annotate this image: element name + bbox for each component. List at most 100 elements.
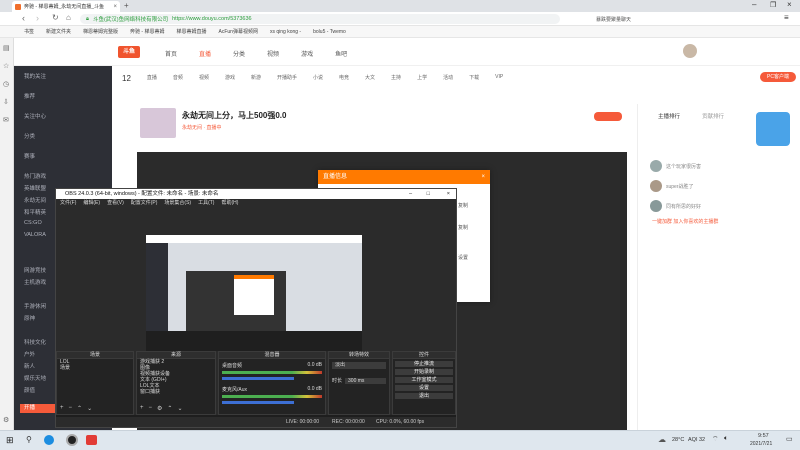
add-icon[interactable]: + [140, 405, 144, 412]
sidebar-item[interactable]: 关注中心 [24, 112, 46, 120]
star-icon[interactable]: ☆ [3, 62, 9, 70]
sidebar-item[interactable]: 和平精英 [24, 208, 46, 216]
sidebar-item[interactable]: 新人 [24, 362, 35, 370]
category-item[interactable]: 游戏 [225, 74, 235, 83]
duration-input[interactable]: 300 ms [345, 377, 386, 384]
obs-preview[interactable] [56, 207, 456, 369]
bookmark-item[interactable]: 奔驰 - 梯恩蒂姆 [130, 28, 164, 35]
obs-max-icon[interactable]: □ [427, 189, 430, 199]
obs-close-icon[interactable]: × [447, 189, 450, 199]
obs-app-icon[interactable] [66, 434, 78, 446]
dialog-close-icon[interactable]: × [481, 170, 485, 184]
sidebar-item[interactable]: 颜值 [24, 386, 35, 394]
category-item[interactable]: 12 [122, 74, 131, 83]
chat-icon[interactable]: ✉ [3, 116, 9, 124]
sidebar-item[interactable]: 英雄联盟 [24, 184, 46, 192]
reload-icon[interactable]: ↻ [52, 13, 59, 22]
category-item[interactable]: 小说 [313, 74, 323, 83]
down-icon[interactable]: ⌄ [177, 405, 182, 412]
window-minimize-icon[interactable]: – [752, 0, 756, 9]
pc-client-button[interactable]: PC客户端 [760, 72, 796, 82]
nav-item[interactable]: 游戏 [301, 49, 313, 58]
nav-item[interactable]: 视频 [267, 49, 279, 58]
sidebar-item[interactable]: 永劫无间 [24, 196, 46, 204]
remove-icon[interactable]: − [69, 405, 73, 412]
search-icon[interactable]: ⚲ [26, 435, 32, 444]
notification-icon[interactable]: ▭ [786, 435, 793, 443]
nav-item-active[interactable]: 直播 [199, 49, 211, 58]
settings-icon[interactable]: ⚙ [3, 416, 9, 424]
nav-item[interactable]: 分类 [233, 49, 245, 58]
sidebar-item[interactable]: 网游竞技 [24, 266, 46, 274]
rail-icon[interactable]: ▤ [3, 44, 10, 52]
sidebar-item[interactable]: 手游休闲 [24, 302, 46, 310]
sidebar-item[interactable]: 分类 [24, 132, 35, 140]
edge-browser-icon[interactable] [44, 435, 54, 445]
browser-tab[interactable]: 奔驰 - 梯恩蒂姆_永劫无间直播_斗鱼 × [12, 1, 120, 12]
window-close-icon[interactable]: × [787, 0, 792, 9]
bookmark-item[interactable]: xs qing kong - [270, 29, 301, 35]
windows-start-icon[interactable]: ⊞ [6, 435, 14, 446]
sidebar-item[interactable]: 娱乐天地 [24, 374, 46, 382]
add-icon[interactable]: + [60, 405, 64, 412]
copy-link[interactable]: 复制 [458, 224, 468, 231]
new-tab-icon[interactable]: + [124, 1, 129, 10]
join-group-link[interactable]: 一键加群 加入你喜欢的主播群 [652, 218, 718, 225]
category-item[interactable]: 视频 [199, 74, 209, 83]
start-recording-button[interactable]: 开始录制 [395, 369, 453, 375]
copy-link[interactable]: 复制 [458, 202, 468, 209]
sidebar-item[interactable]: CS:GO [24, 220, 42, 226]
category-item[interactable]: 活动 [443, 74, 453, 83]
nav-item[interactable]: 鱼吧 [335, 49, 347, 58]
sidebar-item[interactable]: 热门游戏 [24, 172, 46, 180]
wifi-icon[interactable]: ⌔ [712, 435, 719, 444]
weather-aqi[interactable]: AQI 32 [688, 437, 705, 443]
obs-min-icon[interactable]: – [409, 189, 412, 199]
obs-menu-item[interactable]: 场景集合(S) [164, 199, 191, 207]
forward-icon[interactable]: › [36, 13, 39, 23]
stop-streaming-button[interactable]: 停止推流 [395, 361, 453, 367]
bookmark-item[interactable]: bolu5 - Twemo [313, 29, 346, 35]
settings-button[interactable]: 设置 [395, 385, 453, 391]
download-icon[interactable]: ⇩ [3, 98, 9, 106]
follow-button[interactable] [594, 112, 622, 121]
sidebar-item[interactable]: 赛事 [24, 152, 35, 160]
category-item[interactable]: 大文 [365, 74, 375, 83]
category-item[interactable]: 直播 [147, 74, 157, 83]
up-icon[interactable]: ⌃ [167, 405, 172, 412]
obs-menu-item[interactable]: 查看(V) [107, 199, 124, 207]
scene-item[interactable]: 场景 [57, 365, 133, 371]
category-item[interactable]: 上学 [417, 74, 427, 83]
source-item[interactable]: 窗口捕获 [137, 389, 215, 395]
nav-item[interactable]: 首页 [165, 49, 177, 58]
category-item[interactable]: 新游 [251, 74, 261, 83]
history-icon[interactable]: ◷ [3, 80, 9, 88]
obs-menu-item[interactable]: 帮助(H) [221, 199, 238, 207]
bookmark-item[interactable]: 梯恩蒂姆直播 [177, 28, 207, 35]
url-field[interactable]: 🔒︎ 斗鱼(武汉)鱼网络科技有限公司 https://www.douyu.com… [80, 14, 560, 24]
category-item[interactable]: 音频 [173, 74, 183, 83]
volume-slider[interactable] [222, 377, 294, 380]
sidebar-item[interactable]: VALORA [24, 232, 46, 238]
studio-mode-button[interactable]: 工作室模式 [395, 377, 453, 383]
volume-icon[interactable]: 🔈︎ [724, 435, 728, 443]
bookmark-item[interactable]: 新建文件夹 [46, 28, 71, 35]
transition-select[interactable]: 淡出 [332, 362, 386, 369]
down-icon[interactable]: ⌄ [87, 405, 92, 412]
user-avatar[interactable] [683, 44, 697, 58]
clock-time[interactable]: 9:57 [758, 433, 769, 439]
sidebar-start-live-button[interactable]: 开播 [20, 404, 60, 413]
obs-menu-item[interactable]: 文件(F) [60, 199, 76, 207]
obs-menu-item[interactable]: 工具(T) [198, 199, 214, 207]
gear-icon[interactable]: ⚙ [157, 405, 162, 412]
home-icon[interactable]: ⌂ [66, 13, 71, 22]
back-icon[interactable]: ‹ [22, 13, 25, 23]
contribution-tab[interactable]: 贡献排行 [702, 112, 724, 120]
rank-tab[interactable]: 主播排行 [658, 112, 680, 120]
bookmark-item[interactable]: 梯恩蒂姆完整版 [83, 28, 118, 35]
sidebar-item[interactable]: 户外 [24, 350, 35, 358]
obs-menu-item[interactable]: 编辑(E) [83, 199, 100, 207]
sidebar-item[interactable]: 推荐 [24, 92, 35, 100]
obs-menu-item[interactable]: 配置文件(P) [131, 199, 158, 207]
settings-link[interactable]: 设置 [458, 254, 468, 261]
